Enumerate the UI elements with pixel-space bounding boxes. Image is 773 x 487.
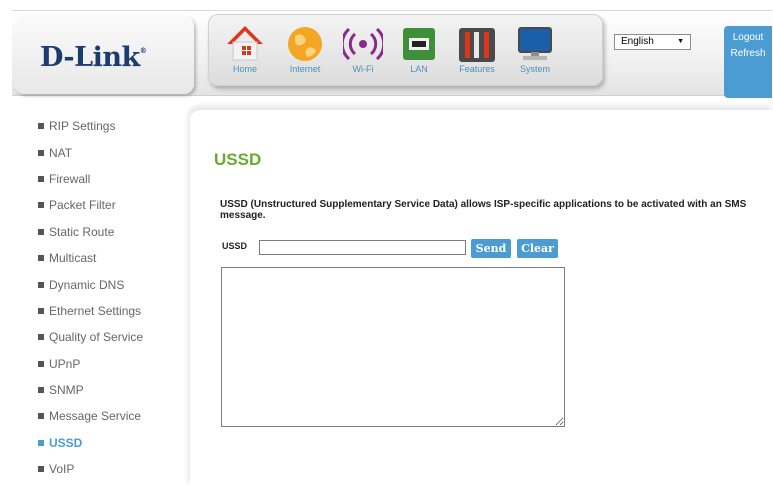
wifi-icon (343, 27, 383, 61)
sidebar-item-label: Ethernet Settings (49, 303, 142, 318)
globe-icon (288, 27, 322, 61)
nav-features[interactable]: Features (450, 24, 504, 74)
nav-internet[interactable]: Internet (278, 24, 332, 74)
nav-lan[interactable]: LAN (392, 24, 446, 74)
sidebar-item-label: NAT (49, 145, 73, 160)
ussd-response-area[interactable] (221, 267, 565, 427)
sidebar-item-rip-settings[interactable]: RIP Settings (38, 113, 143, 139)
dlink-logo: D-Link® (40, 42, 147, 73)
logout-link[interactable]: Logout (724, 32, 772, 43)
language-select[interactable]: English ▼ (614, 34, 691, 50)
sidebar-item-label: Multicast (49, 251, 97, 266)
bullet-icon (38, 202, 44, 209)
send-button[interactable]: Send (471, 239, 511, 258)
bullet-icon (38, 228, 44, 235)
sidebar-item-label: UPnP (49, 356, 81, 371)
tools-icon (459, 28, 495, 62)
language-selected: English (621, 36, 654, 47)
sidebar-item-quality-of-service[interactable]: Quality of Service (38, 324, 143, 350)
account-panel: Logout Refresh (724, 26, 772, 98)
lan-icon (403, 28, 435, 60)
nav-internet-label: Internet (289, 64, 321, 74)
nav-system-label: System (519, 64, 550, 74)
sidebar-item-ussd[interactable]: USSD (38, 430, 143, 456)
sidebar-item-label: USSD (49, 435, 83, 450)
sidebar-item-label: VoIP (49, 462, 75, 477)
bullet-icon (38, 175, 44, 182)
bullet-icon (38, 439, 44, 446)
sidebar-item-upnp[interactable]: UPnP (38, 351, 143, 377)
page-description: USSD (Unstructured Supplementary Service… (220, 199, 747, 221)
sidebar-item-message-service[interactable]: Message Service (38, 403, 143, 429)
sidebar-item-label: Packet Filter (49, 198, 116, 213)
sidebar-item-label: Message Service (49, 409, 142, 424)
nav-features-label: Features (459, 64, 495, 74)
nav-home-label: Home (232, 64, 257, 74)
sidebar-item-label: Quality of Service (49, 330, 144, 345)
bullet-icon (38, 334, 44, 341)
sidebar-item-multicast[interactable]: Multicast (38, 245, 143, 271)
bullet-icon (38, 413, 44, 420)
sidebar-item-packet-filter[interactable]: Packet Filter (38, 192, 143, 218)
bullet-icon (38, 387, 44, 394)
sidebar-item-firewall[interactable]: Firewall (38, 166, 143, 192)
ussd-field-label: USSD (222, 241, 248, 251)
nav-lan-label: LAN (410, 64, 428, 74)
sidebar-item-ethernet-settings[interactable]: Ethernet Settings (38, 298, 143, 324)
refresh-link[interactable]: Refresh (724, 48, 772, 59)
sidebar-item-label: RIP Settings (49, 119, 116, 134)
main-nav: Home Internet Wi-Fi LAN Features System (208, 14, 603, 86)
sidebar: RIP Settings NAT Firewall Packet Filter … (38, 113, 143, 482)
ussd-input[interactable] (259, 240, 466, 255)
chevron-down-icon: ▼ (677, 38, 684, 45)
nav-wifi[interactable]: Wi-Fi (336, 24, 390, 74)
home-icon (227, 26, 263, 61)
content-panel: USSD USSD (Unstructured Supplementary Se… (190, 110, 773, 487)
bullet-icon (38, 307, 44, 314)
page-title: USSD (214, 150, 262, 169)
logo-container: D-Link® (14, 16, 194, 94)
bullet-icon (38, 149, 44, 156)
monitor-icon (518, 27, 552, 60)
bullet-icon (38, 123, 44, 130)
bullet-icon (38, 466, 44, 473)
header: D-Link® Home Internet Wi-Fi LAN Features… (12, 10, 773, 98)
clear-button[interactable]: Clear (517, 239, 558, 258)
bullet-icon (38, 255, 44, 262)
sidebar-item-voip[interactable]: VoIP (38, 456, 143, 482)
nav-home[interactable]: Home (218, 24, 272, 74)
nav-system[interactable]: System (508, 24, 562, 74)
sidebar-item-label: SNMP (49, 383, 84, 398)
bullet-icon (38, 281, 44, 288)
sidebar-item-label: Firewall (49, 171, 91, 186)
sidebar-item-label: Dynamic DNS (49, 277, 125, 292)
sidebar-item-dynamic-dns[interactable]: Dynamic DNS (38, 271, 143, 297)
nav-wifi-label: Wi-Fi (352, 64, 374, 74)
sidebar-item-label: Static Route (49, 224, 115, 239)
sidebar-item-static-route[interactable]: Static Route (38, 219, 143, 245)
bullet-icon (38, 360, 44, 367)
sidebar-item-nat[interactable]: NAT (38, 139, 143, 165)
sidebar-item-snmp[interactable]: SNMP (38, 377, 143, 403)
